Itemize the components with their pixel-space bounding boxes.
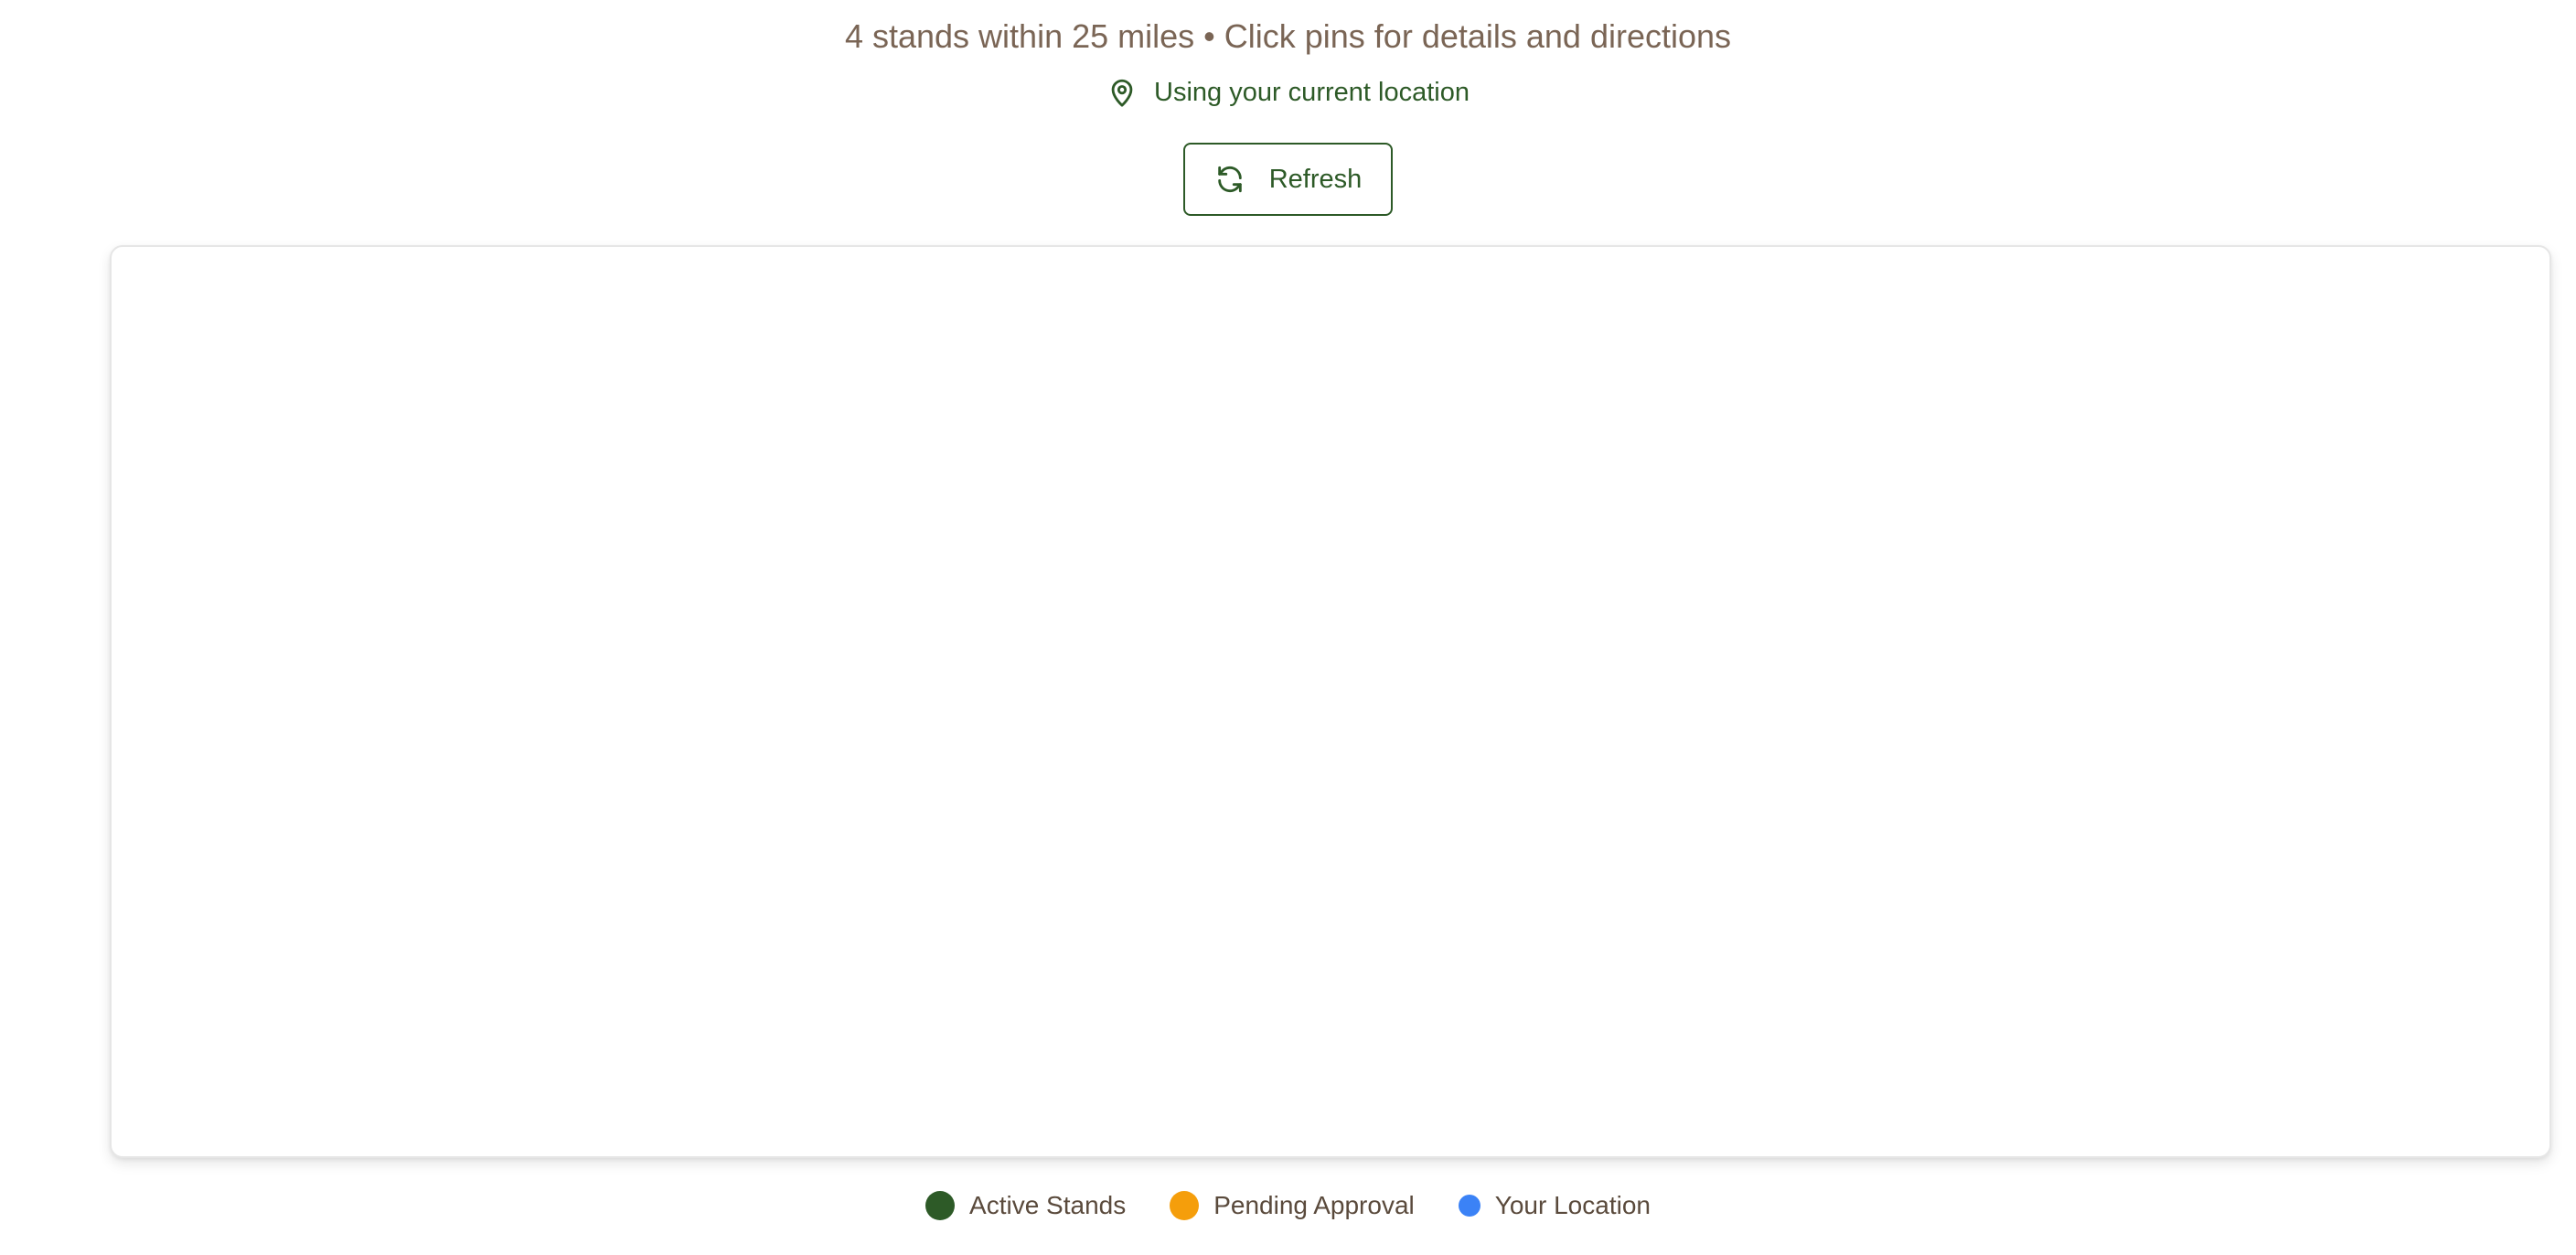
refresh-icon (1214, 164, 1245, 195)
your-location-dot-icon (1458, 1195, 1480, 1217)
map-container[interactable] (110, 245, 2551, 1158)
refresh-button-label: Refresh (1268, 164, 1363, 194)
location-status: Using your current location (0, 77, 2576, 108)
legend-item-pending: Pending Approval (1170, 1191, 1415, 1220)
active-stand-dot-icon (925, 1191, 956, 1220)
results-summary: 4 stands within 25 miles • Click pins fo… (844, 17, 1732, 55)
refresh-wrapper: Refresh (0, 143, 2576, 216)
pending-stand-dot-icon (1170, 1191, 1200, 1220)
page: 4 stands within 25 miles • Click pins fo… (0, 0, 2576, 1255)
legend-item-your-location: Your Location (1458, 1191, 1651, 1220)
legend-label: Pending Approval (1213, 1191, 1415, 1219)
map-legend: Active Stands Pending Approval Your Loca… (0, 1191, 2576, 1220)
map-pin-icon (1106, 77, 1138, 108)
location-status-text: Using your current location (1154, 77, 1470, 107)
legend-label: Active Stands (969, 1191, 1127, 1219)
legend-item-active: Active Stands (925, 1191, 1126, 1220)
legend-label: Your Location (1494, 1191, 1651, 1219)
refresh-button[interactable]: Refresh (1182, 143, 1394, 216)
